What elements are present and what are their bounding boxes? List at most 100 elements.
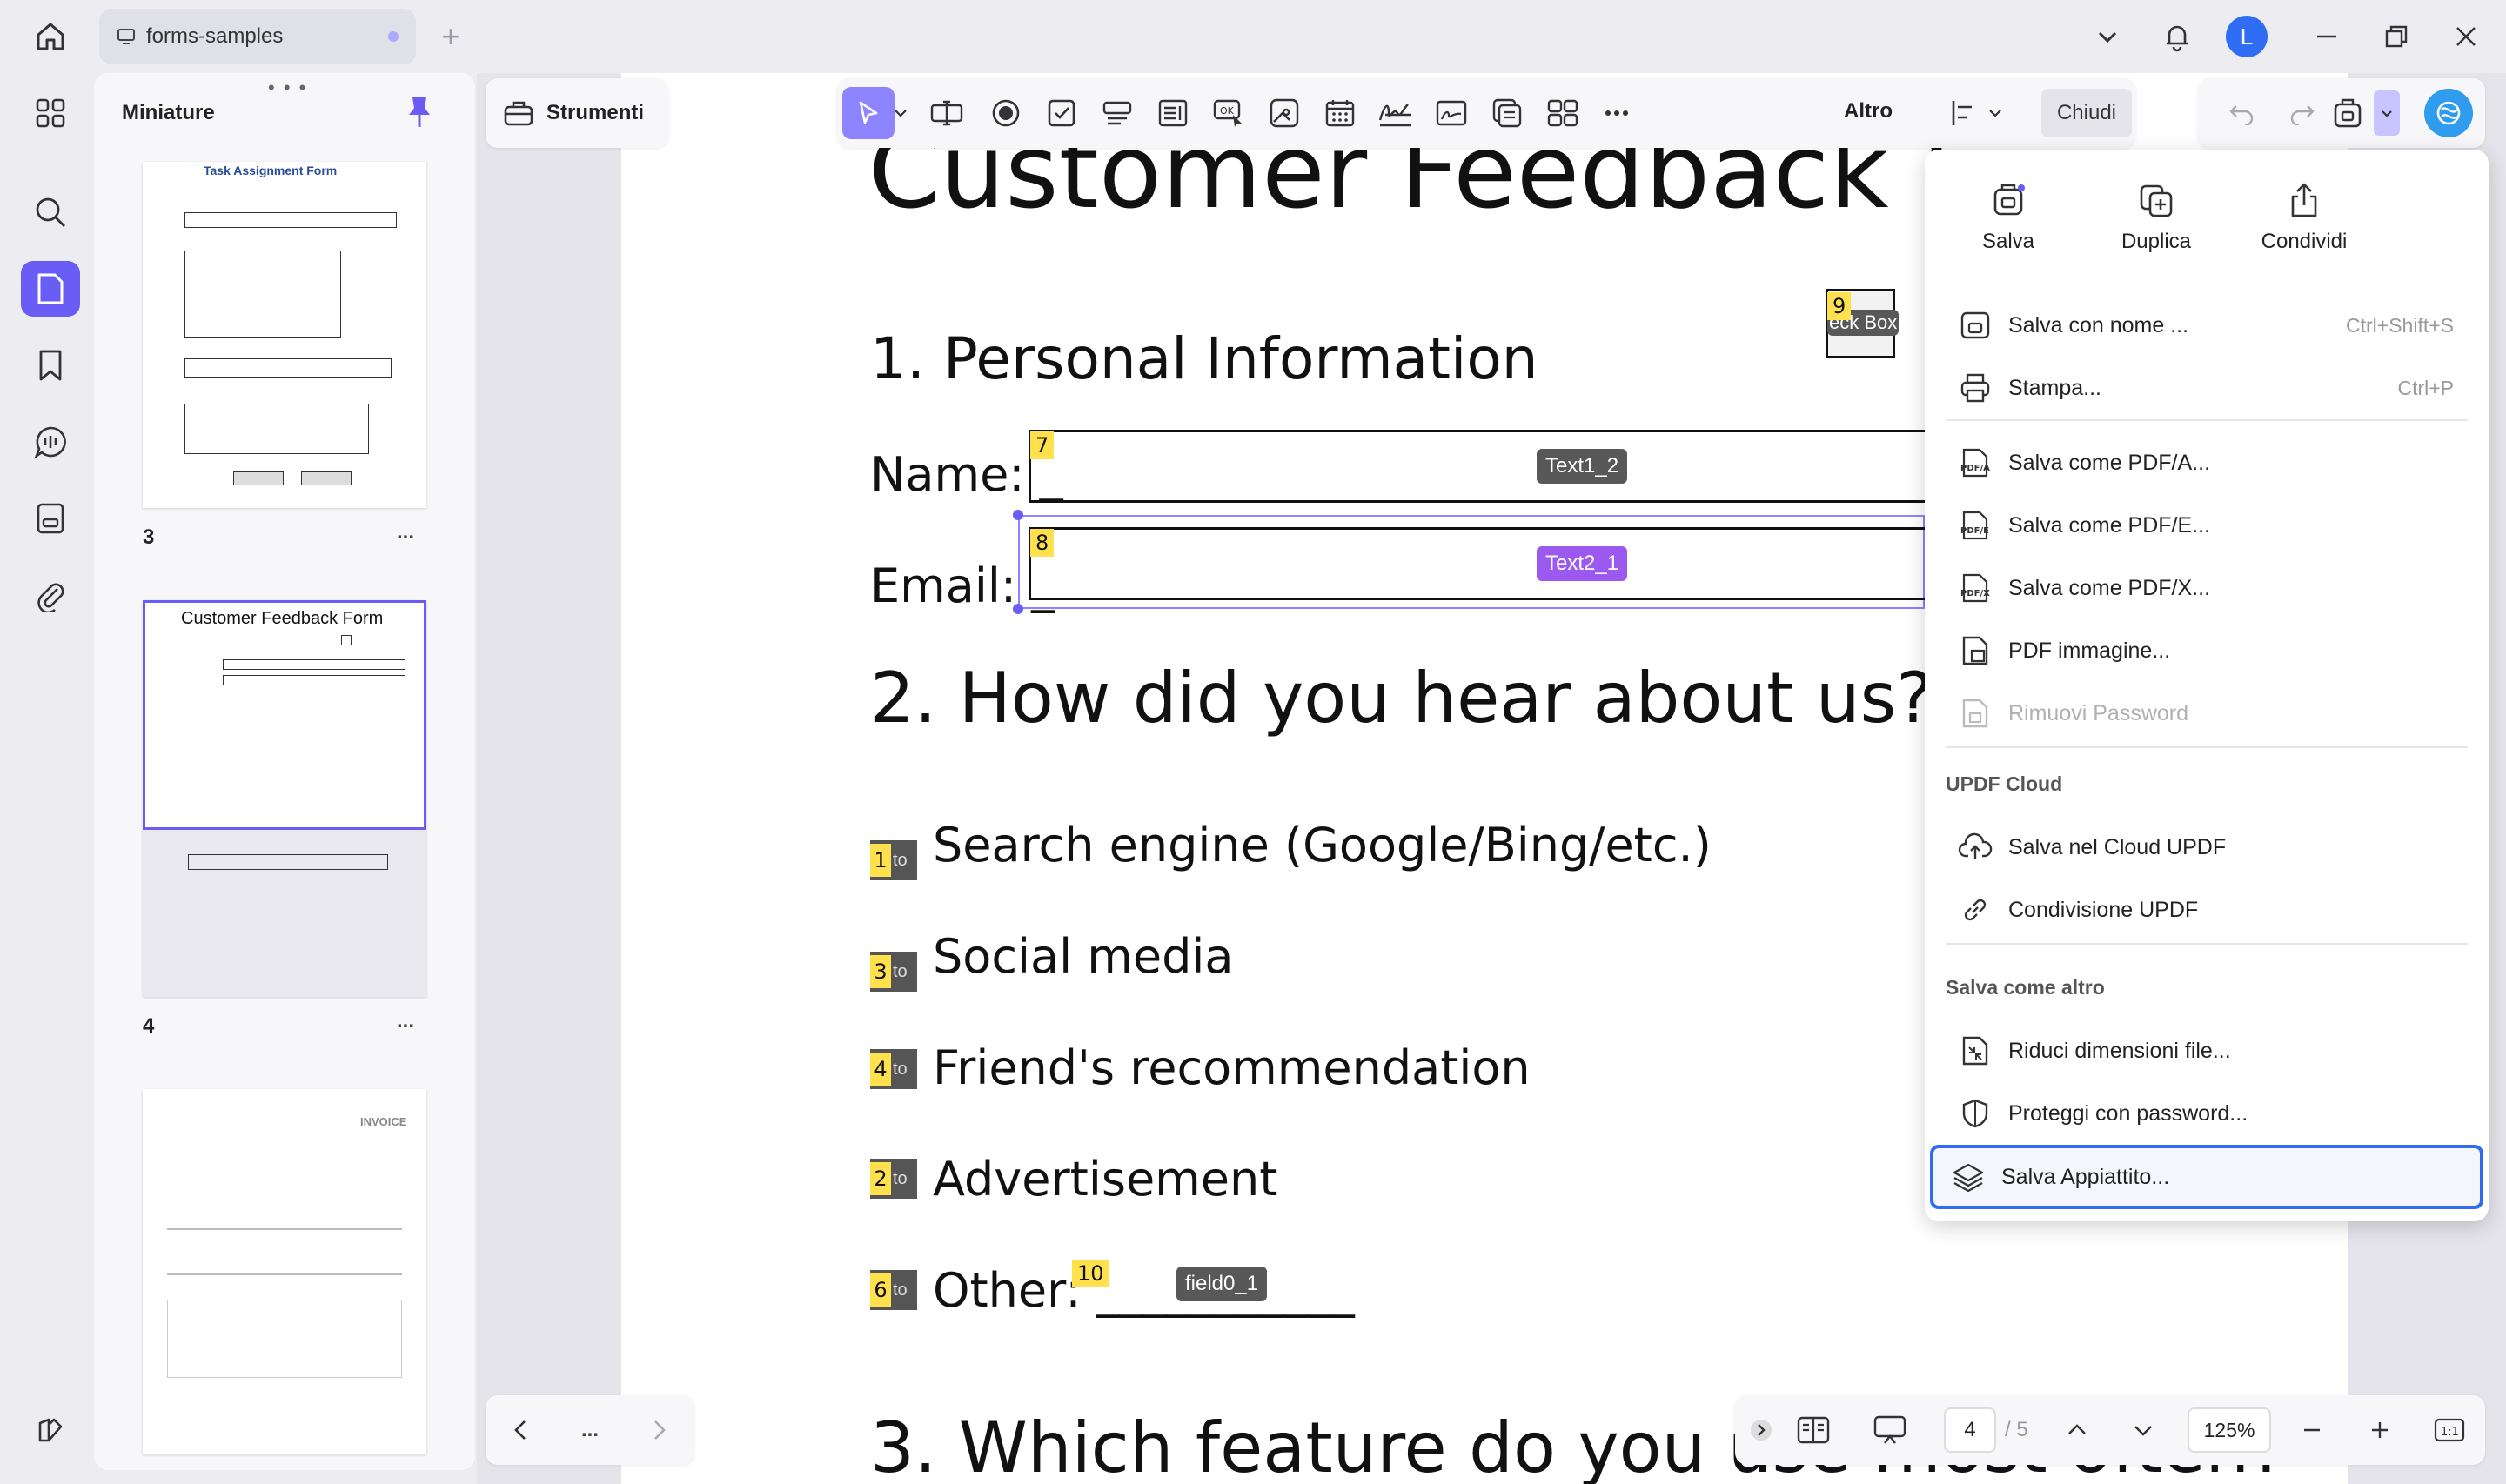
menu-item-save-as[interactable]: Salva con nome ... Ctrl+Shift+S [1946,297,2468,353]
name-text-field[interactable] [1029,430,1925,503]
chevron-down-icon[interactable] [888,87,914,139]
more-label[interactable]: Altro [1844,99,1893,124]
list-box-tool-icon[interactable] [1147,87,1199,139]
menu-item-reduce-size[interactable]: Riduci dimensioni file... [1946,1023,2468,1079]
radio-button-field[interactable]: 1 to [870,840,917,880]
presentation-icon[interactable] [1864,1404,1916,1456]
chevron-up-icon[interactable] [2057,1404,2097,1456]
resize-handle[interactable] [1013,604,1023,614]
radio-button-field[interactable]: 2 to [870,1159,917,1199]
home-icon[interactable] [26,16,75,57]
ai-assistant-icon[interactable] [2424,89,2473,137]
button-tool-icon[interactable]: OK [1203,87,1255,139]
chevron-down-icon[interactable] [2085,16,2130,57]
radio-button-field[interactable]: 4 to [870,1049,917,1089]
pin-icon[interactable] [402,94,440,132]
chevron-down-icon[interactable] [2374,90,2400,136]
apps-grid-icon[interactable] [21,85,80,141]
shield-icon [1958,1096,1993,1131]
thumbnail-page-4[interactable]: Customer Feedback Form [143,600,426,997]
search-icon[interactable] [21,184,80,240]
duplicate-field-icon[interactable] [1481,87,1533,139]
actual-size-icon[interactable]: 1:1 [2428,1404,2471,1456]
zoom-level[interactable]: 125% [2188,1407,2271,1453]
document-tab[interactable]: forms-samples [99,9,416,64]
thumbnail-more-button[interactable]: ... [397,1009,414,1033]
dropdown-tool-icon[interactable] [1091,87,1143,139]
text-field-tool-icon[interactable] [921,87,973,139]
bookmark-icon[interactable] [21,338,80,393]
chevron-down-icon[interactable] [1982,87,2008,139]
grid-tool-icon[interactable] [1537,87,1589,139]
duplicate-icon [2138,181,2174,219]
save-action[interactable]: Salva [1947,181,2069,254]
thumbnail-page-5[interactable]: INVOICE [143,1089,426,1454]
zoom-out-icon[interactable] [2292,1404,2332,1456]
duplicate-action[interactable]: Duplica [2095,181,2217,254]
radio-button-field[interactable]: 3 to [870,952,917,992]
radio-tool-icon[interactable] [980,87,1032,139]
option-label: Advertisement [933,1152,1278,1207]
svg-text:OK: OK [1220,105,1235,117]
resize-handle[interactable] [1013,510,1023,520]
checkbox-tool-icon[interactable] [1035,87,1088,139]
tab-label: forms-samples [146,24,284,48]
menu-item-pdfx[interactable]: PDF/X Salva come PDF/X... [1946,560,2468,616]
radio-button-field[interactable]: 6 to [870,1270,917,1310]
nav-more-button[interactable]: ... [581,1418,599,1442]
bell-icon[interactable] [2154,14,2200,59]
thumbnail-page-number: 4 [143,1014,155,1038]
chevron-down-icon[interactable] [2123,1404,2163,1456]
digital-id-tool-icon[interactable] [1425,87,1477,139]
restore-icon[interactable] [2372,16,2421,57]
page-number-input[interactable]: 4 [1944,1407,1996,1453]
tools-button[interactable]: Strumenti [486,78,668,148]
date-tool-icon[interactable] [1314,87,1366,139]
menu-item-protect-password[interactable]: Proteggi con password... [1946,1086,2468,1141]
comment-icon[interactable] [21,414,80,470]
menu-item-cloud-save[interactable]: Salva nel Cloud UPDF [1946,819,2468,875]
field-name-chip[interactable]: field0_1 [1176,1267,1268,1301]
redo-icon[interactable] [2276,87,2328,139]
avatar[interactable]: L [2226,16,2268,57]
link-icon [1958,892,1993,927]
more-icon[interactable] [1599,87,1634,139]
save-icon[interactable] [2322,87,2374,139]
svg-text:1:1: 1:1 [2441,1426,2459,1439]
collapse-icon[interactable] [1744,1404,1779,1456]
svg-text:PDF/A: PDF/A [1960,464,1990,473]
thumbnail-page-3[interactable]: Task Assignment Form [143,162,426,508]
undo-icon[interactable] [2215,87,2268,139]
section-header-other: Salva come altro [1946,976,2105,999]
form-toolbar: OK Altro Chiudi [837,78,2135,148]
email-text-field[interactable] [1029,527,1925,600]
thumbnail-more-button[interactable]: ... [397,520,414,545]
close-icon[interactable] [2442,16,2490,57]
share-action[interactable]: Condividi [2243,181,2365,254]
page-layout-icon[interactable] [1787,1404,1839,1456]
unlock-icon [1958,696,1993,731]
menu-item-pdfa[interactable]: PDF/A Salva come PDF/A... [1946,435,2468,491]
chevron-right-icon[interactable] [648,1418,669,1442]
image-tool-icon[interactable] [1258,87,1310,139]
thumbnails-icon[interactable] [21,261,80,317]
chevron-left-icon[interactable] [511,1418,532,1442]
new-tab-button[interactable]: + [430,16,472,57]
menu-item-pdf-image[interactable]: PDF immagine... [1946,623,2468,678]
svg-text:PDF/X: PDF/X [1960,589,1990,598]
menu-item-pdfe[interactable]: PDF/E Salva come PDF/E... [1946,498,2468,553]
close-form-button[interactable]: Chiudi [2041,89,2132,137]
menu-item-cloud-share[interactable]: Condivisione UPDF [1946,882,2468,938]
select-tool-icon[interactable] [842,87,895,139]
form-fields-icon[interactable] [21,491,80,546]
option-label: Search engine (Google/Bing/etc.) [933,818,1712,872]
signature-tool-icon[interactable] [1370,87,1422,139]
align-icon[interactable] [1937,87,1989,139]
theme-icon[interactable] [21,1402,80,1458]
menu-item-save-flattened[interactable]: Salva Appiattito... [1930,1145,2483,1209]
minimize-icon[interactable] [2302,16,2351,57]
zoom-in-icon[interactable] [2360,1404,2400,1456]
panel-drag-handle[interactable]: • • • [268,77,307,99]
attachment-icon[interactable] [21,567,80,623]
menu-item-print[interactable]: Stampa... Ctrl+P [1946,360,2468,416]
